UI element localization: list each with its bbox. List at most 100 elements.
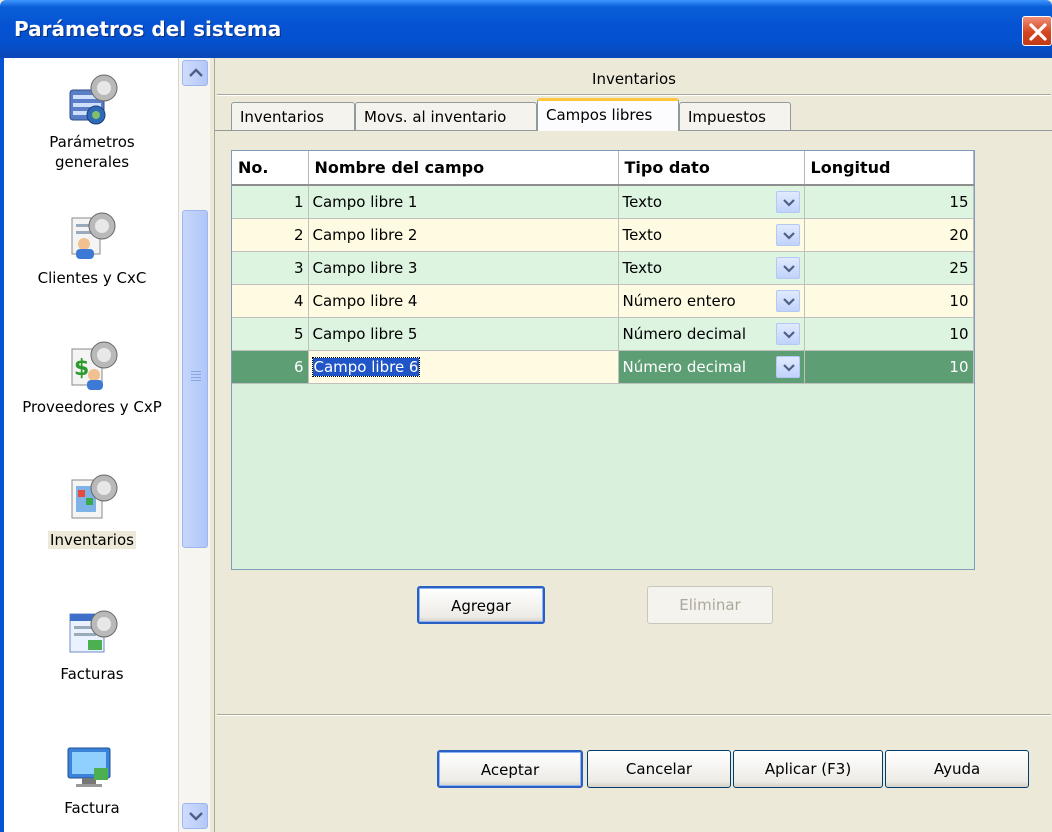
cell-length[interactable]: 20 — [804, 218, 974, 252]
cell-type[interactable]: Texto — [618, 185, 805, 219]
cell-no[interactable]: 1 — [232, 185, 309, 219]
tab-movs-inventario[interactable]: Movs. al inventario — [355, 102, 537, 130]
sidebar-item-label: Factura — [64, 799, 120, 817]
cell-name[interactable]: Campo libre 4 — [308, 284, 619, 318]
sidebar-scrollbar[interactable] — [178, 58, 210, 832]
sidebar-item-suppliers[interactable]: $ Proveedores y CxP — [4, 333, 180, 417]
chevron-down-icon — [782, 297, 795, 306]
sidebar: Parámetros generales Clientes y CxC $ Pr… — [0, 58, 182, 832]
apply-button[interactable]: Aplicar (F3) — [733, 750, 883, 788]
tab-impuestos[interactable]: Impuestos — [679, 102, 791, 130]
cell-name[interactable]: Campo libre 3 — [308, 251, 619, 285]
type-dropdown-button[interactable] — [775, 256, 800, 279]
cell-no[interactable]: 2 — [232, 218, 309, 252]
inventory-icon — [60, 466, 124, 530]
tab-inventarios[interactable]: Inventarios — [231, 102, 355, 130]
system-parameters-icon — [60, 68, 124, 132]
column-header-type[interactable]: Tipo dato — [618, 151, 805, 186]
cell-name-editing[interactable]: Campo libre 6 — [308, 350, 619, 384]
chevron-down-icon — [782, 231, 795, 240]
scroll-grip-icon — [191, 371, 201, 383]
chevron-down-icon — [782, 330, 795, 339]
column-header-length[interactable]: Longitud — [804, 151, 974, 186]
custom-fields-grid[interactable]: No. Nombre del campo Tipo dato Longitud … — [231, 150, 975, 570]
help-button[interactable]: Ayuda — [885, 750, 1029, 788]
sidebar-item-inventory[interactable]: Inventarios — [4, 466, 180, 550]
cell-type-value: Número decimal — [622, 324, 747, 343]
cancel-button[interactable]: Cancelar — [587, 750, 731, 788]
sidebar-item-invoices[interactable]: Facturas — [4, 600, 180, 684]
ok-button[interactable]: Aceptar — [437, 750, 583, 788]
cell-type-value: Texto — [622, 192, 663, 211]
chevron-down-icon — [189, 812, 203, 821]
chevron-down-icon — [782, 264, 795, 273]
cell-length[interactable]: 25 — [804, 251, 974, 285]
type-dropdown-button[interactable] — [775, 191, 800, 213]
cell-type-value: Texto — [622, 225, 663, 244]
delete-button[interactable]: Eliminar — [647, 586, 773, 624]
delete-button-label: Eliminar — [679, 596, 741, 614]
close-button[interactable] — [1022, 16, 1052, 46]
sidebar-item-invoice-e[interactable]: Factura — [4, 734, 180, 818]
invoices-icon — [60, 600, 124, 664]
table-row[interactable]: 5 Campo libre 5 Número decimal 10 — [232, 317, 974, 351]
sidebar-item-clients[interactable]: Clientes y CxC — [4, 204, 180, 288]
table-row[interactable]: 1 Campo libre 1 Texto 15 — [232, 185, 974, 219]
cell-no[interactable]: 4 — [232, 284, 309, 318]
panel-title: Inventarios — [592, 70, 676, 88]
cell-type-value: Texto — [622, 258, 663, 277]
cell-name[interactable]: Campo libre 5 — [308, 317, 619, 351]
sidebar-item-general[interactable]: Parámetros generales — [4, 68, 180, 172]
column-header-no[interactable]: No. — [232, 151, 309, 186]
type-dropdown-button[interactable] — [775, 289, 800, 312]
cell-type[interactable]: Texto — [618, 251, 805, 285]
sidebar-item-label: Proveedores y CxP — [22, 398, 162, 416]
cell-type[interactable]: Número decimal — [618, 317, 805, 351]
divider — [217, 714, 1051, 716]
scroll-up-button[interactable] — [182, 60, 208, 86]
column-header-name[interactable]: Nombre del campo — [308, 151, 619, 186]
window-titlebar: Parámetros del sistema — [0, 0, 1052, 58]
cell-type[interactable]: Número decimal — [618, 350, 805, 384]
sidebar-item-label: Inventarios — [4, 530, 180, 550]
cell-type-value: Número decimal — [622, 357, 747, 376]
cell-type[interactable]: Texto — [618, 218, 805, 252]
cell-name-value[interactable]: Campo libre 6 — [311, 356, 421, 377]
tab-campos-libres[interactable]: Campos libres — [537, 98, 679, 131]
type-dropdown-button[interactable] — [775, 355, 800, 378]
scroll-thumb[interactable] — [182, 210, 208, 548]
chevron-down-icon — [782, 363, 795, 372]
cell-no[interactable]: 5 — [232, 317, 309, 351]
add-button-label: Agregar — [451, 597, 511, 615]
cell-length[interactable]: 10 — [804, 284, 974, 318]
window-title: Parámetros del sistema — [14, 17, 282, 41]
table-row[interactable]: 3 Campo libre 3 Texto 25 — [232, 251, 974, 285]
cell-type[interactable]: Número entero — [618, 284, 805, 318]
cell-length[interactable]: 10 — [804, 317, 974, 351]
apply-button-label: Aplicar (F3) — [764, 760, 852, 778]
grid-header-row: No. Nombre del campo Tipo dato Longitud — [232, 151, 974, 186]
scroll-down-button[interactable] — [182, 803, 208, 829]
cell-no[interactable]: 6 — [232, 350, 309, 384]
type-dropdown-button[interactable] — [775, 223, 800, 246]
add-button[interactable]: Agregar — [417, 586, 545, 624]
settings-panel: Inventarios Inventarios Movs. al inventa… — [214, 58, 1052, 832]
cell-no[interactable]: 3 — [232, 251, 309, 285]
chevron-down-icon — [782, 199, 795, 207]
help-button-label: Ayuda — [933, 760, 981, 778]
type-dropdown-button[interactable] — [775, 322, 800, 345]
sidebar-item-label-text: Inventarios — [48, 531, 136, 549]
divider — [217, 94, 1051, 96]
table-row-selected[interactable]: 6 Campo libre 6 Número decimal 10 — [232, 350, 974, 384]
cell-name[interactable]: Campo libre 2 — [308, 218, 619, 252]
sidebar-item-label: Clientes y CxC — [37, 269, 147, 287]
table-row[interactable]: 2 Campo libre 2 Texto 20 — [232, 218, 974, 252]
svg-text:$: $ — [74, 356, 89, 381]
table-row[interactable]: 4 Campo libre 4 Número entero 10 — [232, 284, 974, 318]
cell-length[interactable]: 10 — [804, 350, 974, 384]
sidebar-item-label: Parámetros generales — [49, 133, 135, 171]
cell-length[interactable]: 15 — [804, 185, 974, 219]
chevron-up-icon — [189, 68, 203, 77]
cell-type-value: Número entero — [622, 291, 736, 310]
cell-name[interactable]: Campo libre 1 — [308, 185, 619, 219]
